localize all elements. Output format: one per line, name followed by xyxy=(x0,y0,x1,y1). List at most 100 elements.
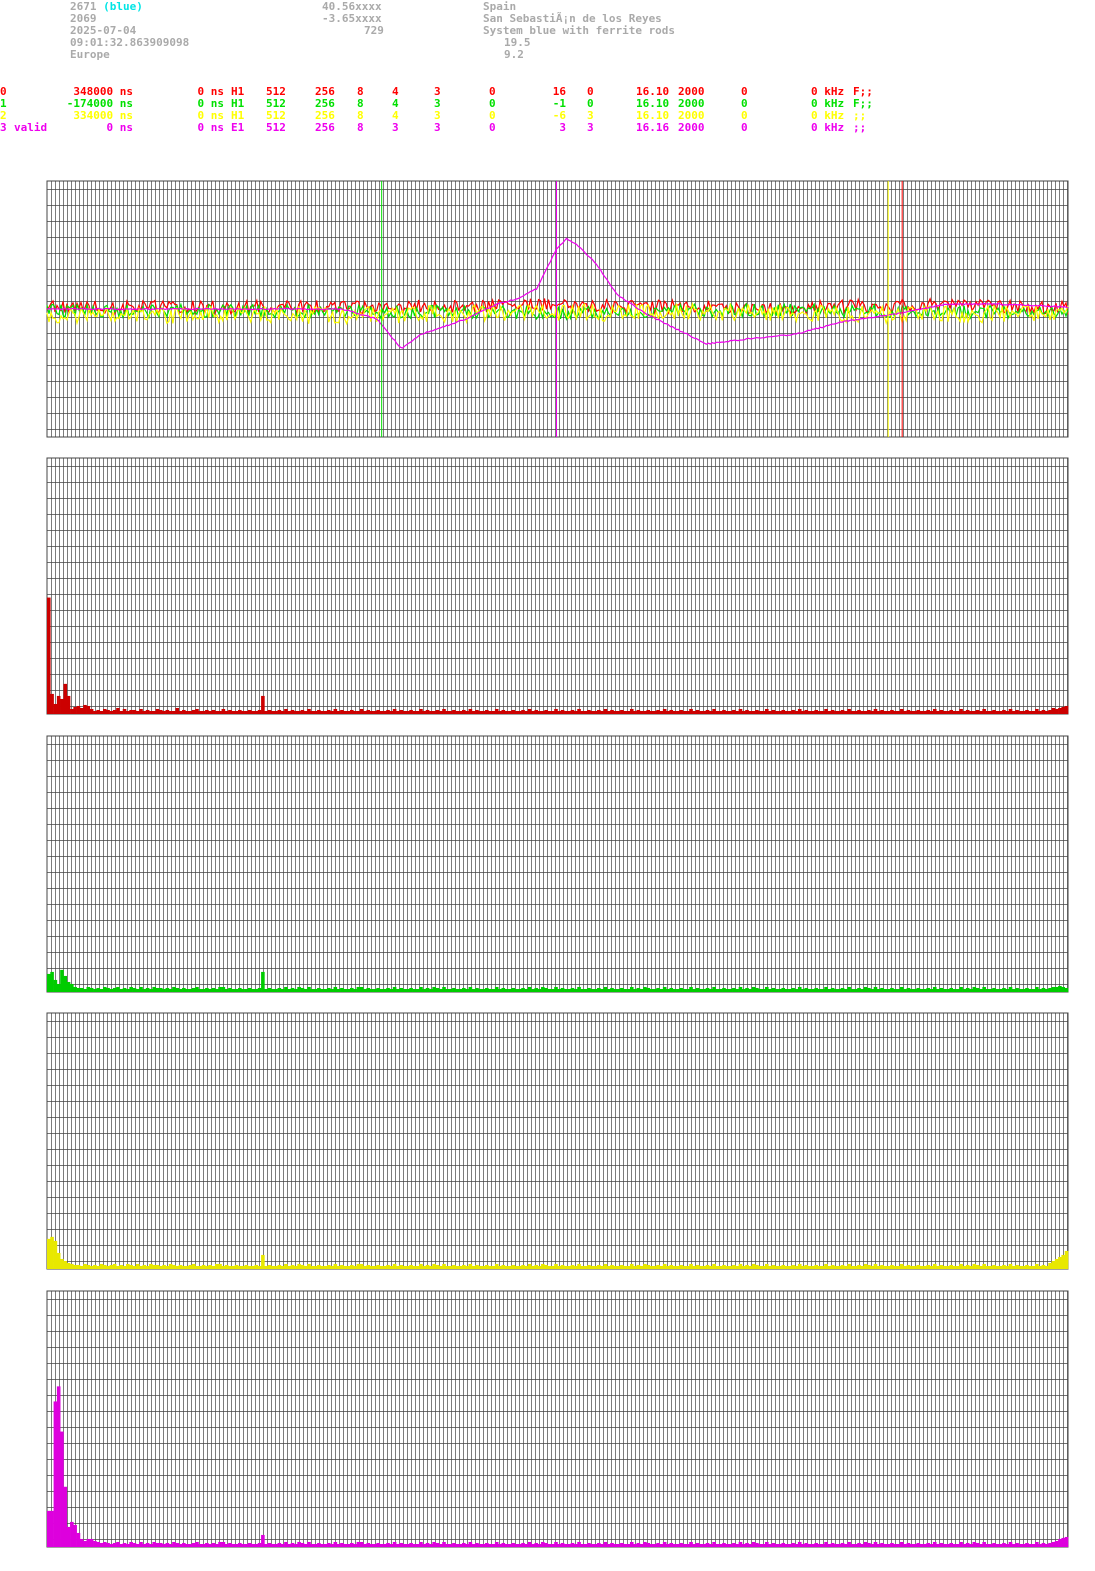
histogram-bar xyxy=(353,988,357,992)
histogram-bar xyxy=(326,987,331,992)
histogram-bar xyxy=(722,1542,726,1547)
histogram-bar xyxy=(297,1541,301,1547)
histogram-bar xyxy=(228,987,232,992)
histogram-bar xyxy=(359,1541,364,1547)
histogram-bar xyxy=(149,988,153,992)
histogram-bar xyxy=(60,1258,64,1269)
histogram-bar xyxy=(554,1263,558,1269)
histogram-bar xyxy=(382,710,387,714)
histogram-bar xyxy=(155,708,160,714)
histogram-bar xyxy=(132,987,137,992)
histogram-bar xyxy=(949,709,954,714)
histogram-bar xyxy=(1061,1537,1065,1547)
histogram-bar xyxy=(435,987,440,992)
histogram-bar xyxy=(784,988,789,992)
histogram-bar xyxy=(741,1265,746,1269)
histogram-bar xyxy=(1031,1543,1036,1547)
histogram-bar xyxy=(537,988,542,992)
histogram-bar xyxy=(876,710,881,714)
histogram-bar xyxy=(610,709,614,714)
histogram-bar xyxy=(53,979,58,992)
histogram-bar xyxy=(913,988,917,992)
histogram-bar xyxy=(653,988,657,992)
histogram-bar xyxy=(666,710,670,714)
histogram-bar xyxy=(415,1265,420,1269)
histogram-bar xyxy=(857,987,861,992)
histogram-bar xyxy=(330,710,334,714)
histogram-bar xyxy=(649,710,654,714)
histogram-bar xyxy=(636,1542,641,1547)
histogram-bar xyxy=(261,1254,265,1269)
histogram-bar xyxy=(241,1265,245,1269)
histogram-bar xyxy=(294,1543,298,1547)
histogram-bar xyxy=(649,1543,654,1547)
histogram-bar xyxy=(422,710,427,714)
histogram-bar xyxy=(396,710,400,714)
histogram-bar xyxy=(896,988,901,992)
histogram-bar xyxy=(606,1265,611,1269)
histogram-bar xyxy=(284,708,288,714)
histogram-bar xyxy=(247,1265,252,1269)
histogram-bar xyxy=(471,1265,476,1269)
histogram-bar xyxy=(863,986,868,992)
histogram-bar xyxy=(544,1542,548,1547)
histogram-bar xyxy=(718,1265,723,1269)
histogram-bar xyxy=(409,1542,413,1547)
histogram-bar xyxy=(728,1265,733,1269)
histogram-bar xyxy=(919,1543,924,1547)
histogram-bar xyxy=(692,988,697,992)
histogram-bar xyxy=(850,988,855,992)
histogram-bar xyxy=(679,1264,683,1269)
histogram-bar xyxy=(962,1543,967,1547)
histogram-bar xyxy=(1015,987,1019,992)
histogram-bar xyxy=(531,710,535,714)
histogram-bar xyxy=(807,1265,812,1269)
histogram-bar xyxy=(175,707,180,714)
histogram-bar xyxy=(886,1543,891,1547)
histogram-bar xyxy=(300,709,305,714)
histogram-bar xyxy=(896,1265,901,1269)
histogram-bar xyxy=(890,709,894,714)
histogram-bar xyxy=(537,1543,542,1547)
histogram-bar xyxy=(751,1263,756,1269)
histogram-bar xyxy=(1064,705,1069,714)
histogram-bar xyxy=(544,987,548,992)
histogram-bar xyxy=(791,987,795,992)
histogram-bar xyxy=(712,708,716,714)
histogram-bar xyxy=(870,1543,874,1547)
histogram-bar xyxy=(1025,709,1029,714)
histogram-bar xyxy=(280,988,285,992)
histogram-bar xyxy=(442,1263,446,1269)
histogram-bar xyxy=(350,709,354,714)
histogram-bar xyxy=(498,1265,502,1269)
histogram-bar xyxy=(942,988,947,992)
histogram-bar xyxy=(593,710,598,714)
histogram-bar xyxy=(99,1263,104,1269)
histogram-bar xyxy=(198,710,203,714)
histogram-bar xyxy=(811,710,815,714)
histogram-bar xyxy=(224,988,229,992)
histogram-bar xyxy=(501,987,506,992)
histogram-bar xyxy=(689,986,693,992)
histogram-bar xyxy=(142,710,147,714)
histogram-bar xyxy=(412,710,417,714)
histogram-bar xyxy=(389,1265,394,1269)
histogram-bar xyxy=(336,710,341,714)
histogram-bar xyxy=(929,710,934,714)
histogram-bar xyxy=(583,1265,588,1269)
histogram-bar xyxy=(784,710,789,714)
histogram-bar xyxy=(409,709,413,714)
histogram-bar xyxy=(116,1265,120,1269)
histogram-bar xyxy=(929,1265,934,1269)
histogram-bar xyxy=(359,708,364,714)
histogram-bar xyxy=(550,1265,555,1269)
histogram-bar xyxy=(738,986,743,992)
histogram-bar xyxy=(247,1542,252,1547)
histogram-bar xyxy=(1041,1542,1046,1547)
histogram-bar xyxy=(982,986,986,992)
histogram-bar xyxy=(129,1541,133,1547)
histogram-bar xyxy=(188,1264,193,1269)
histogram-bar xyxy=(1058,1256,1062,1269)
histogram-bar xyxy=(303,1543,308,1547)
histogram-bar xyxy=(863,1541,868,1547)
